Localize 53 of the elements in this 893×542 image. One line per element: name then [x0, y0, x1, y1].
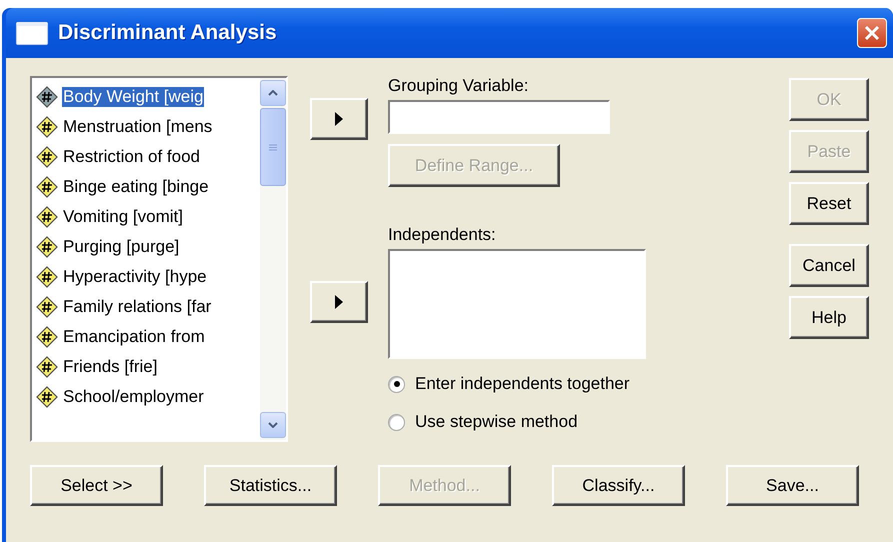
dialog-button[interactable]: Cancel: [789, 244, 869, 287]
numeric-variable-icon: [36, 236, 58, 258]
radio-icon[interactable]: [388, 376, 405, 392]
numeric-variable-icon: [36, 356, 58, 378]
window-title: Discriminant Analysis: [58, 21, 278, 45]
dialog-button[interactable]: Help: [789, 296, 869, 339]
method-radio[interactable]: Use stepwise method: [388, 403, 646, 441]
variable-item[interactable]: Hyperactivity [hype: [32, 262, 260, 292]
caret-down-icon: [268, 422, 278, 428]
move-to-independents-button[interactable]: [310, 281, 368, 323]
numeric-variable-icon: [36, 326, 58, 348]
numeric-variable-icon: [36, 296, 58, 318]
numeric-variable-icon: [36, 386, 58, 408]
independents-label: Independents:: [388, 225, 497, 245]
method-radio[interactable]: Enter independents together: [388, 365, 646, 403]
variable-item[interactable]: Restriction of food: [32, 142, 260, 172]
radio-label: Enter independents together: [415, 374, 630, 394]
numeric-variable-icon: [36, 206, 58, 228]
numeric-variable-icon: [36, 116, 58, 138]
close-icon: [863, 24, 881, 42]
dialog-button[interactable]: Classify...: [552, 465, 685, 506]
numeric-variable-icon: [36, 266, 58, 288]
variable-item[interactable]: Emancipation from: [32, 322, 260, 352]
variable-item[interactable]: Body Weight [weig: [32, 82, 260, 112]
grip-icon: [269, 144, 277, 150]
window-icon: [16, 22, 48, 44]
scroll-down-button[interactable]: [260, 412, 286, 438]
numeric-variable-icon: [36, 176, 58, 198]
dialog-button[interactable]: Save...: [726, 465, 859, 506]
scroll-up-button[interactable]: [260, 80, 286, 106]
variable-item[interactable]: Family relations [far: [32, 292, 260, 322]
variable-item[interactable]: Vomiting [vomit]: [32, 202, 260, 232]
numeric-variable-icon: [36, 86, 58, 108]
dialog-button[interactable]: Select >>: [30, 465, 163, 506]
independents-field[interactable]: [388, 249, 646, 359]
scrollbar-thumb[interactable]: [260, 108, 286, 186]
right-arrow-icon: [335, 112, 343, 126]
close-button[interactable]: [857, 18, 887, 48]
numeric-variable-icon: [36, 146, 58, 168]
right-arrow-icon: [335, 295, 343, 309]
grouping-variable-label: Grouping Variable:: [388, 76, 530, 96]
dialog-button[interactable]: Statistics...: [204, 465, 337, 506]
caret-up-icon: [268, 90, 278, 96]
variable-item[interactable]: Menstruation [mens: [32, 112, 260, 142]
variable-item[interactable]: Purging [purge]: [32, 232, 260, 262]
radio-icon[interactable]: [388, 414, 405, 430]
dialog-button[interactable]: Reset: [789, 182, 869, 225]
radio-label: Use stepwise method: [415, 412, 578, 432]
variable-item[interactable]: School/employmer: [32, 382, 260, 412]
grouping-variable-field[interactable]: [388, 100, 610, 134]
variable-item[interactable]: Binge eating [binge: [32, 172, 260, 202]
variable-item[interactable]: Friends [frie]: [32, 352, 260, 382]
move-to-grouping-button[interactable]: [310, 98, 368, 140]
